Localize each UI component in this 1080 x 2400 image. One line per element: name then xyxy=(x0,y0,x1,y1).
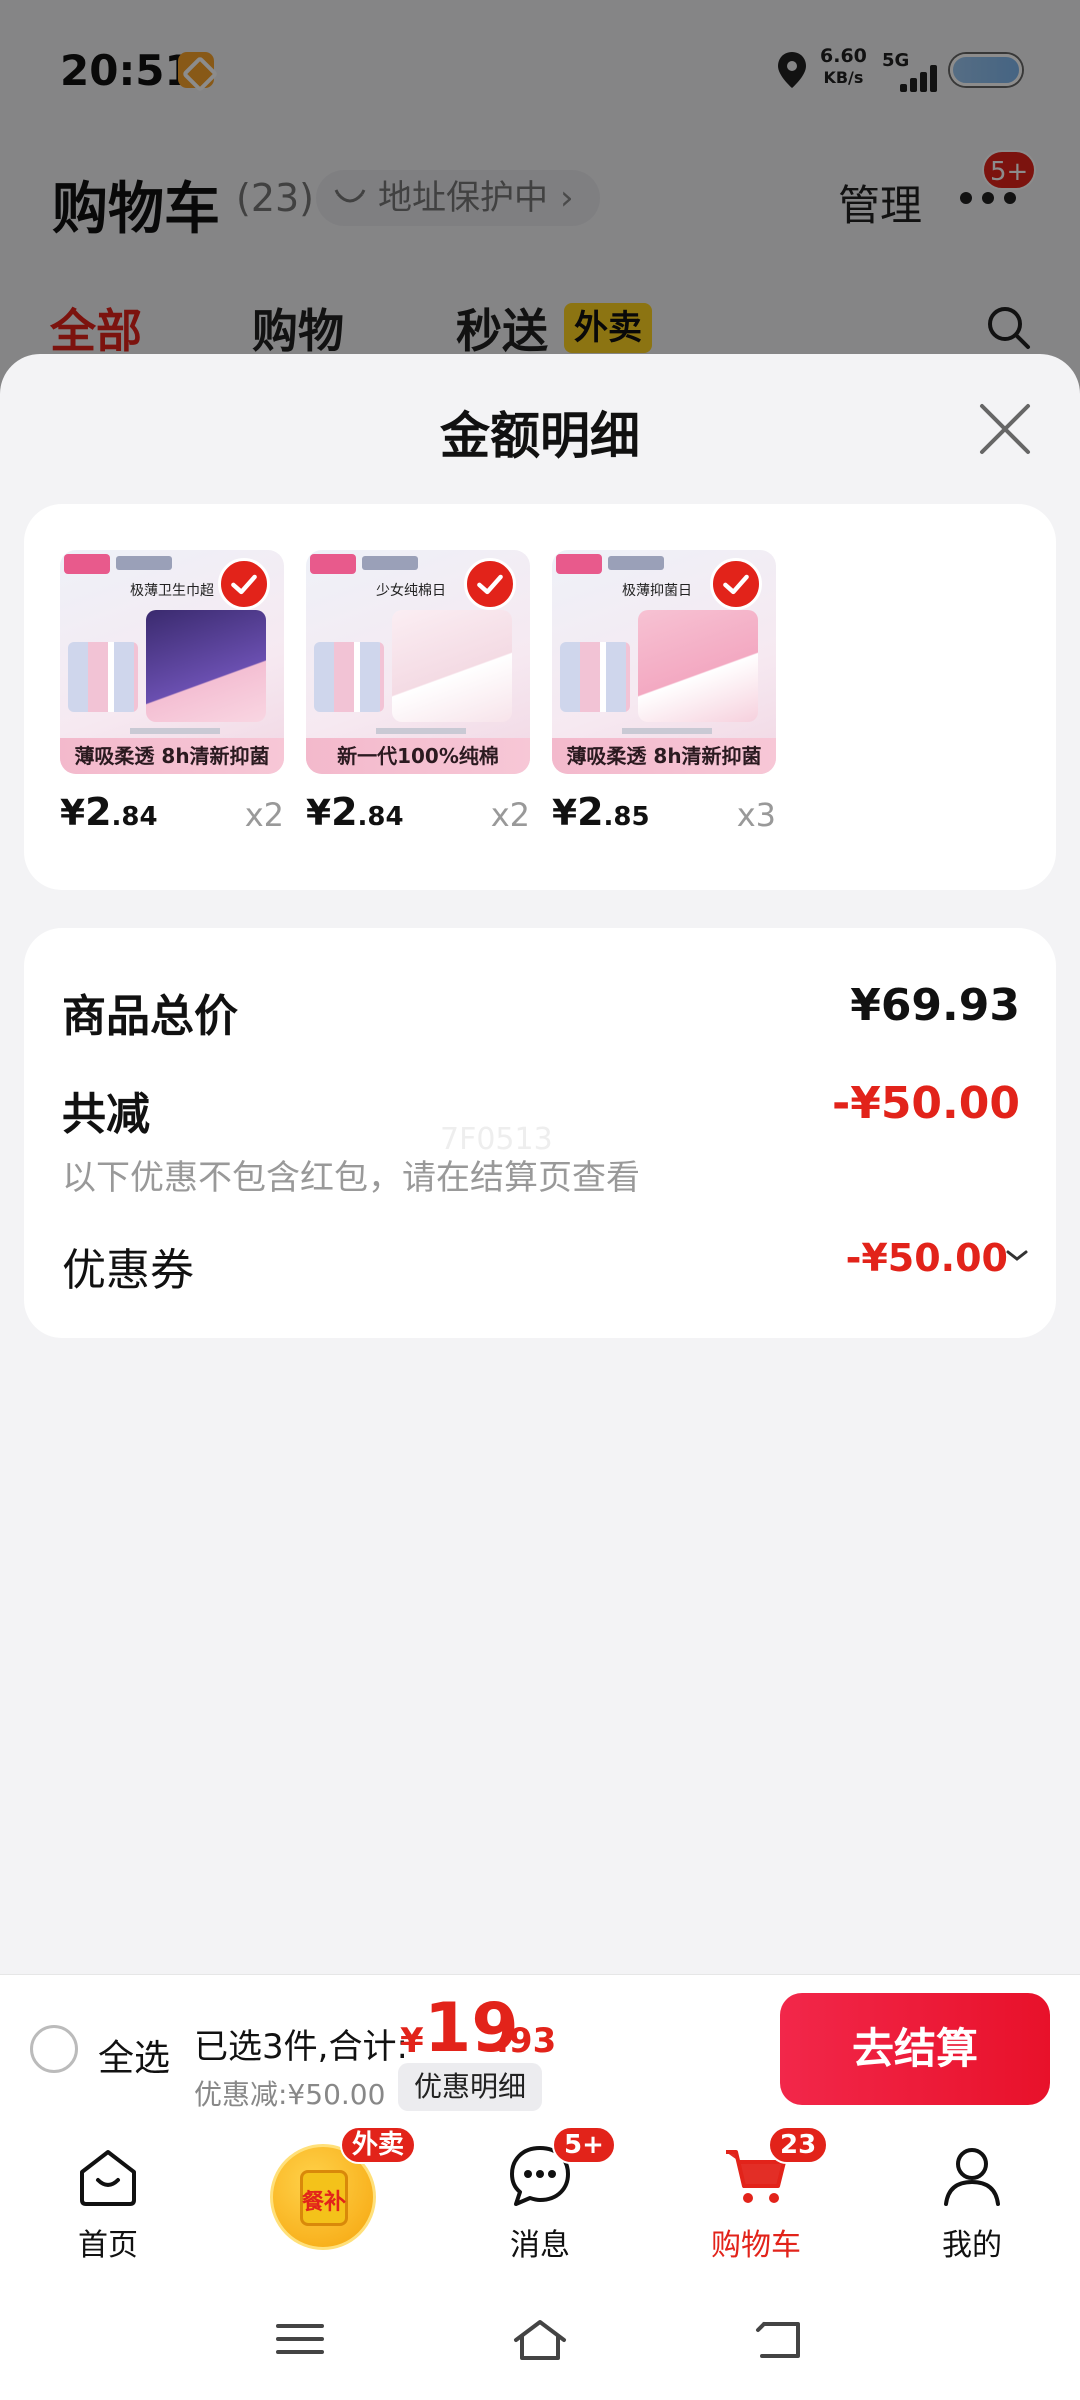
price-integer: 2 xyxy=(85,790,112,834)
coupon-value[interactable]: -¥50.00 xyxy=(846,1236,1008,1280)
reduction-value: -¥50.00 xyxy=(831,1078,1020,1129)
product-headline: 极薄抑菌日 xyxy=(622,583,692,599)
discount-text: 优惠减:¥50.00 xyxy=(194,2078,386,2111)
profile-icon xyxy=(944,2148,1000,2206)
reduction-note: 以下优惠不包含红包，请在结算页查看 xyxy=(62,1158,640,1198)
product-price: ¥2.84 xyxy=(60,790,158,834)
menu-icon[interactable] xyxy=(270,2314,330,2364)
brand-logo xyxy=(556,554,602,574)
price-decimal: .84 xyxy=(111,802,158,832)
tab-home-label: 首页 xyxy=(78,2228,138,2263)
tab-messages-label: 消息 xyxy=(510,2228,570,2263)
product-box xyxy=(146,610,266,722)
shop-tag xyxy=(608,556,664,570)
product-quantity: x2 xyxy=(490,796,530,834)
price-currency: ¥ xyxy=(306,793,332,834)
price-currency: ¥ xyxy=(60,793,86,834)
takeout-badge: 外卖 xyxy=(340,2126,417,2164)
meal-subsidy-label: 餐补 xyxy=(301,2190,346,2215)
selected-summary: 已选3件,合计: xyxy=(194,2027,408,2067)
checked-icon xyxy=(710,558,762,610)
amount-detail-sheet: 金额明细 极薄卫生巾超 薄吸柔透 8h清新抑菌 ¥2.84 x2 少女纯棉日 新… xyxy=(0,354,1080,1974)
product-price: ¥2.84 xyxy=(306,790,404,834)
discount-detail-button[interactable]: 优惠明细 xyxy=(398,2063,543,2111)
tab-home[interactable]: 首页 xyxy=(28,2124,188,2274)
checked-icon xyxy=(464,558,516,610)
chevron-down-icon[interactable] xyxy=(1004,1246,1030,1266)
coupon-label: 优惠券 xyxy=(62,1245,194,1296)
checkout-bar: 全选 已选3件,合计: ¥ 19 .93 优惠减:¥50.00 优惠明细 去结算 xyxy=(0,1974,1080,2124)
product-box xyxy=(392,610,512,722)
product-headline: 少女纯棉日 xyxy=(376,583,446,599)
product-package xyxy=(560,642,630,712)
checked-icon xyxy=(218,558,270,610)
tab-messages[interactable]: 消息 5+ xyxy=(460,2124,620,2274)
close-icon[interactable] xyxy=(976,400,1034,458)
shop-tag xyxy=(116,556,172,570)
tab-profile[interactable]: 我的 xyxy=(892,2124,1052,2274)
sheet-title: 金额明细 xyxy=(440,407,640,465)
product-item[interactable]: 少女纯棉日 新一代100%纯棉 ¥2.84 x2 xyxy=(306,550,530,850)
price-decimal: .85 xyxy=(603,802,650,832)
product-banner: 新一代100%纯棉 xyxy=(306,738,530,774)
home-nav-icon[interactable] xyxy=(510,2314,570,2364)
product-headline: 极薄卫生巾超 xyxy=(130,583,214,599)
select-all-checkbox[interactable] xyxy=(30,2025,78,2073)
shop-tag xyxy=(362,556,418,570)
product-box xyxy=(638,610,758,722)
system-navigation-bar xyxy=(0,2274,1080,2400)
total-price-value: ¥69.93 xyxy=(850,980,1020,1031)
product-caption-line xyxy=(130,728,220,734)
price-integer: 2 xyxy=(577,790,604,834)
total-decimal: .93 xyxy=(496,2021,557,2061)
product-package xyxy=(68,642,138,712)
tab-cart[interactable]: 购物车 23 xyxy=(676,2124,836,2274)
product-quantity: x2 xyxy=(244,796,284,834)
product-item[interactable]: 极薄卫生巾超 薄吸柔透 8h清新抑菌 ¥2.84 x2 xyxy=(60,550,284,850)
tab-cart-label: 购物车 xyxy=(711,2228,801,2263)
cart-badge: 23 xyxy=(768,2126,829,2164)
message-badge: 5+ xyxy=(552,2126,616,2164)
brand-logo xyxy=(310,554,356,574)
home-icon xyxy=(80,2150,136,2206)
product-caption-line xyxy=(622,728,712,734)
back-icon[interactable] xyxy=(750,2314,810,2364)
tab-profile-label: 我的 xyxy=(942,2228,1002,2263)
brand-logo xyxy=(64,554,110,574)
price-currency: ¥ xyxy=(552,793,578,834)
price-decimal: .84 xyxy=(357,802,404,832)
price-summary-card: 商品总价 ¥69.93 共减 -¥50.00 7F0513 以下优惠不包含红包，… xyxy=(24,928,1056,1338)
checkout-button[interactable]: 去结算 xyxy=(780,1993,1050,2105)
product-quantity: x3 xyxy=(736,796,776,834)
product-package xyxy=(314,642,384,712)
product-banner: 薄吸柔透 8h清新抑菌 xyxy=(552,738,776,774)
total-price-label: 商品总价 xyxy=(62,991,238,1042)
product-price: ¥2.85 xyxy=(552,790,650,834)
bottom-tab-bar: 首页 餐补 外卖 消息 5+ 购物车 23 我的 xyxy=(0,2124,1080,2274)
price-integer: 2 xyxy=(331,790,358,834)
product-caption-line xyxy=(376,728,466,734)
selected-products-card: 极薄卫生巾超 薄吸柔透 8h清新抑菌 ¥2.84 x2 少女纯棉日 新一代100 xyxy=(24,504,1056,890)
product-item[interactable]: 极薄抑菌日 薄吸柔透 8h清新抑菌 ¥2.85 x3 xyxy=(552,550,776,850)
product-banner: 薄吸柔透 8h清新抑菌 xyxy=(60,738,284,774)
select-all-label[interactable]: 全选 xyxy=(98,2029,170,2081)
total-currency: ¥ xyxy=(400,2021,424,2061)
reduction-label: 共减 xyxy=(62,1089,150,1140)
